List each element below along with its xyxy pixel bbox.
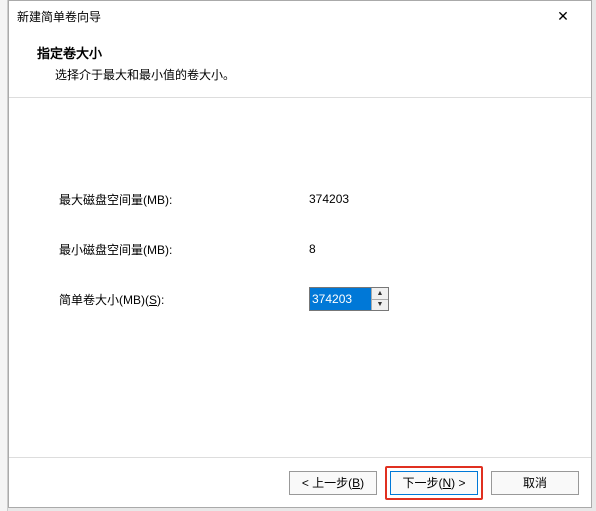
page-subheading: 选择介于最大和最小值的卷大小。 [37,66,571,83]
cancel-button[interactable]: 取消 [491,471,579,495]
max-space-label: 最大磁盘空间量(MB): [59,191,309,208]
page-heading: 指定卷大小 [37,43,571,62]
background-edge [0,0,8,511]
min-space-value: 8 [309,242,316,256]
close-icon: ✕ [557,8,569,25]
volume-size-label: 简单卷大小(MB)(S): [59,291,309,308]
spinner-up-button[interactable]: ▲ [372,288,388,300]
close-button[interactable]: ✕ [543,2,583,30]
window-title: 新建简单卷向导 [17,8,543,25]
next-button-highlight: 下一步(N) > [385,466,483,500]
max-space-row: 最大磁盘空间量(MB): 374203 [59,188,541,210]
wizard-dialog: 新建简单卷向导 ✕ 指定卷大小 选择介于最大和最小值的卷大小。 最大磁盘空间量(… [8,0,592,508]
titlebar: 新建简单卷向导 ✕ [9,1,591,31]
wizard-content: 最大磁盘空间量(MB): 374203 最小磁盘空间量(MB): 8 简单卷大小… [9,98,591,378]
min-space-label: 最小磁盘空间量(MB): [59,241,309,258]
wizard-header: 指定卷大小 选择介于最大和最小值的卷大小。 [9,31,591,98]
wizard-footer: < 上一步(B) 下一步(N) > 取消 [9,457,591,507]
volume-size-spinner[interactable]: 374203 ▲ ▼ [309,287,389,311]
spinner-down-button[interactable]: ▼ [372,300,388,311]
next-button[interactable]: 下一步(N) > [390,471,478,495]
volume-size-input[interactable]: 374203 [310,288,371,310]
spinner-buttons: ▲ ▼ [371,288,388,310]
volume-size-row: 简单卷大小(MB)(S): 374203 ▲ ▼ [59,288,541,310]
back-button[interactable]: < 上一步(B) [289,471,377,495]
max-space-value: 374203 [309,192,349,206]
min-space-row: 最小磁盘空间量(MB): 8 [59,238,541,260]
